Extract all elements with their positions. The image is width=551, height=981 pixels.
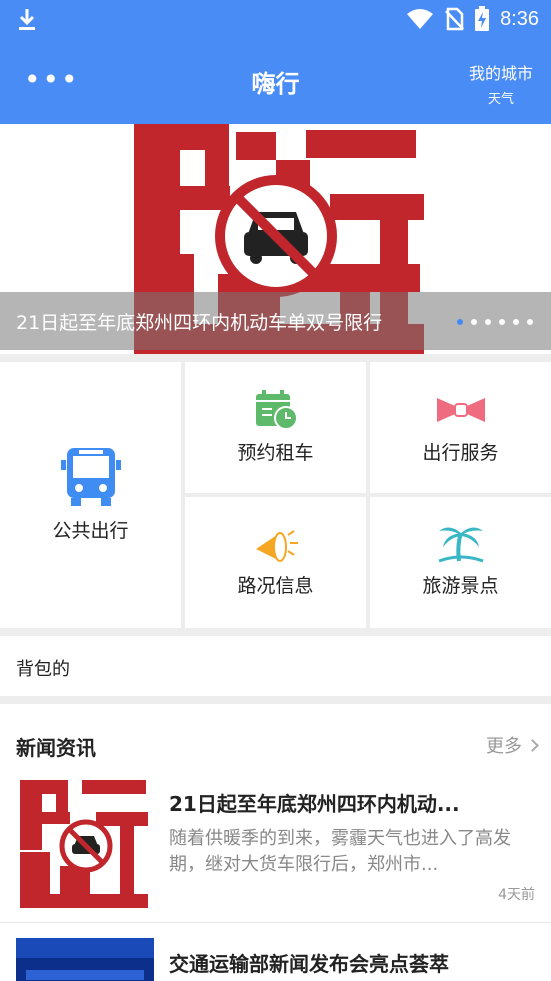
backpack-label: 背包的 <box>16 659 70 680</box>
rent-car-label: 预约租车 <box>237 442 314 464</box>
bus-icon <box>60 448 121 506</box>
carousel-dot[interactable] <box>485 319 491 325</box>
news-item-time: 4天前 <box>498 887 535 903</box>
rent-car-tile[interactable]: 预约租车 <box>185 362 366 493</box>
carousel-dot[interactable] <box>457 319 463 325</box>
news-section-title: 新闻资讯 <box>16 736 96 760</box>
travel-service-tile[interactable]: 出行服务 <box>370 362 551 493</box>
service-grid: 公共出行 预约租车 出行服务 路况信息 旅游景点 <box>0 362 551 628</box>
city-weather-button[interactable]: 我的城市 天气 <box>461 60 541 107</box>
carousel-dot[interactable] <box>471 319 477 325</box>
tourism-label: 旅游景点 <box>422 575 499 597</box>
status-bar: 8:36 <box>0 0 551 40</box>
download-icon <box>19 9 35 30</box>
app-root: 8:36 ••• 嗨行 我的城市 天气 21日起至年底郑州四环内机动车单双号限行… <box>0 0 551 981</box>
traffic-info-tile[interactable]: 路况信息 <box>185 497 366 628</box>
banner-caption: 21日起至年底郑州四环内机动车单双号限行 <box>16 312 383 334</box>
news-item[interactable]: 21日起至年底郑州四环内机动... 随着供暖季的到来，雾霾天气也进入了高发期，继… <box>0 776 551 916</box>
app-bar: ••• 嗨行 我的城市 天气 <box>0 40 551 124</box>
status-time: 8:36 <box>500 7 539 30</box>
news-thumbnail <box>16 938 154 981</box>
carousel-dot[interactable] <box>513 319 519 325</box>
news-more-label: 更多 <box>486 736 522 757</box>
calendar-clock-icon <box>255 390 298 430</box>
banner-carousel[interactable]: 21日起至年底郑州四环内机动车单双号限行 <box>0 124 551 354</box>
news-item-title: 21日起至年底郑州四环内机动... <box>169 792 460 816</box>
backpack-row[interactable]: 背包的 <box>0 636 551 696</box>
banner-caption-bar: 21日起至年底郑州四环内机动车单双号限行 <box>0 292 551 350</box>
news-more-link[interactable]: 更多 <box>486 732 539 758</box>
megaphone-icon <box>255 530 298 562</box>
news-thumbnail <box>16 776 154 914</box>
battery-charging-icon <box>475 6 490 31</box>
palm-tree-icon <box>437 527 484 563</box>
public-transit-label: 公共出行 <box>52 520 129 542</box>
travel-service-label: 出行服务 <box>422 442 499 464</box>
bow-tie-icon <box>436 398 485 422</box>
weather-label: 天气 <box>487 92 514 107</box>
carousel-dot[interactable] <box>527 319 533 325</box>
public-transit-tile[interactable]: 公共出行 <box>0 362 181 628</box>
carousel-indicator <box>457 319 533 325</box>
chevron-right-icon <box>526 739 539 752</box>
traffic-info-label: 路况信息 <box>237 575 314 597</box>
news-item-title: 交通运输部新闻发布会亮点荟萃 <box>169 952 449 976</box>
wifi-icon <box>407 9 434 29</box>
news-item-desc: 随着供暖季的到来，雾霾天气也进入了高发期，继对大货车限行后，郑州市... <box>169 828 511 875</box>
no-sim-icon <box>445 7 464 31</box>
status-icons: 8:36 <box>406 6 539 32</box>
carousel-dot[interactable] <box>499 319 505 325</box>
news-item[interactable]: 交通运输部新闻发布会亮点荟萃 <box>0 938 551 981</box>
my-city-label: 我的城市 <box>468 64 533 83</box>
tourism-tile[interactable]: 旅游景点 <box>370 497 551 628</box>
news-section: 新闻资讯 更多 21日起至年底郑州四环内机动... 随着供暖季的到来，雾霾天气也… <box>0 704 551 981</box>
divider <box>0 922 551 923</box>
